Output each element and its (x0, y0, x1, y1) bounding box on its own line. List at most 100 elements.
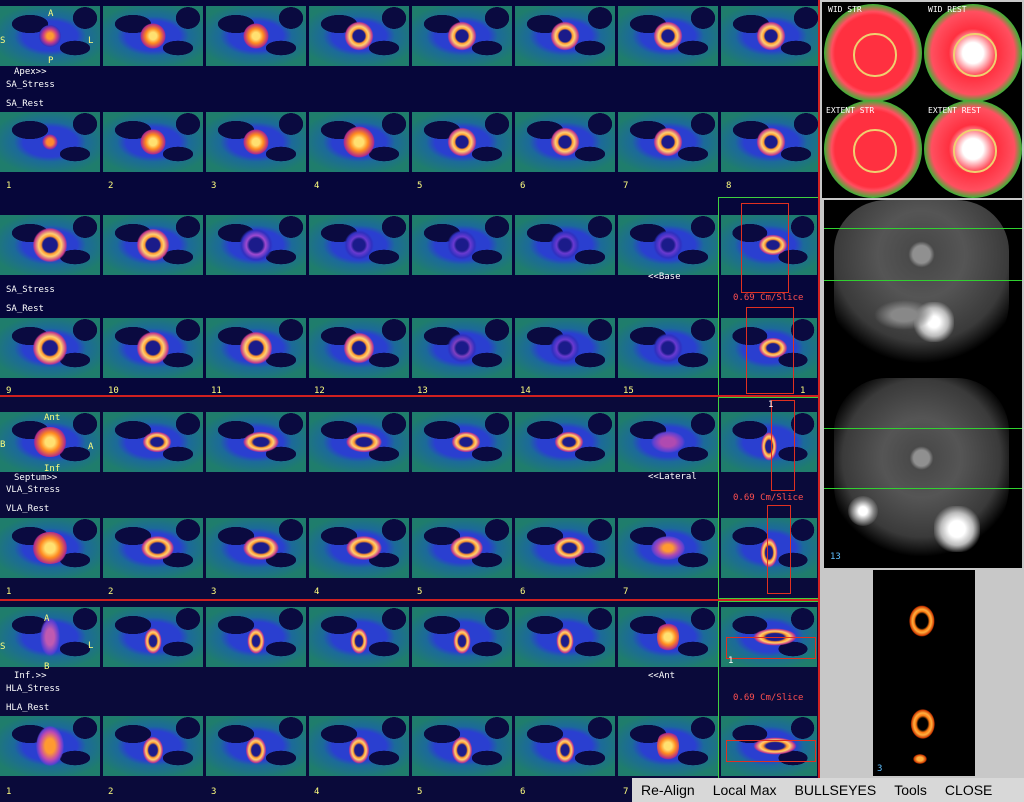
vla-slice-tile[interactable] (309, 412, 409, 472)
hla-slice-tile[interactable] (412, 607, 512, 667)
orient-a: A (48, 9, 54, 19)
hla-slice-tile[interactable] (618, 716, 718, 776)
sa-slice-tile[interactable] (618, 6, 718, 66)
slice-number: 8 (726, 181, 732, 191)
vla-stress-label: VLA_Stress (6, 485, 61, 495)
realign-button[interactable]: Re-Align (632, 782, 704, 798)
sa-slice-info: 0.69 Cm/Slice (733, 293, 804, 303)
sa-slice-tile[interactable] (412, 318, 512, 378)
slice-number: 3 (211, 181, 217, 191)
sa-slice-tile[interactable] (103, 112, 203, 172)
vla-slice-tile[interactable] (515, 518, 615, 578)
sa-slice-tile[interactable] (412, 112, 512, 172)
sa-roi-box[interactable] (746, 307, 794, 394)
hla-slice-tile[interactable] (618, 607, 718, 667)
cine-rest-image[interactable] (903, 704, 939, 744)
bullseye-wid-stress[interactable] (824, 4, 922, 102)
hla-slice-tile[interactable] (206, 607, 306, 667)
bullseyes-button[interactable]: BULLSEYES (786, 782, 886, 798)
hla-side-number: 1 (728, 656, 734, 666)
sa-slice-tile[interactable] (721, 112, 821, 172)
sa-slice-tile[interactable] (0, 215, 100, 275)
hla-slice-tile[interactable] (206, 716, 306, 776)
hla-slice-tile[interactable] (309, 607, 409, 667)
sa-slice-tile[interactable] (515, 6, 615, 66)
tools-button[interactable]: Tools (885, 782, 936, 798)
vla-slice-tile[interactable] (309, 518, 409, 578)
bullseye-wid-rest[interactable] (924, 4, 1022, 102)
orient-l: L (88, 641, 94, 651)
projection-limit-line[interactable] (824, 428, 1022, 429)
slice-number: 2 (108, 787, 114, 797)
hla-slice-tile[interactable] (0, 716, 100, 776)
local-max-button[interactable]: Local Max (704, 782, 786, 798)
projection-image-rest[interactable] (834, 378, 1009, 556)
sa-slice-tile[interactable] (515, 318, 615, 378)
vla-slice-tile[interactable] (103, 412, 203, 472)
sa-slice-tile[interactable] (309, 6, 409, 66)
sa-slice-tile[interactable] (412, 215, 512, 275)
vla-slice-tile[interactable] (206, 412, 306, 472)
hla-slice-tile[interactable] (103, 716, 203, 776)
hla-slice-tile[interactable] (309, 716, 409, 776)
vla-slice-tile[interactable] (618, 518, 718, 578)
projection-image-stress[interactable] (834, 200, 1009, 370)
sa-slice-tile[interactable] (618, 318, 718, 378)
vla-slice-tile[interactable] (618, 412, 718, 472)
vla-slice-tile[interactable] (206, 518, 306, 578)
vla-roi-box[interactable] (767, 505, 791, 594)
sa-slice-tile[interactable] (515, 112, 615, 172)
orient-b: B (0, 440, 6, 450)
sa-slice-tile[interactable] (206, 318, 306, 378)
vla-roi-box[interactable] (771, 400, 795, 491)
slice-number: 5 (417, 587, 423, 597)
sa-slice-tile[interactable] (721, 6, 821, 66)
hla-roi-box[interactable] (726, 637, 816, 659)
hla-slice-tile[interactable] (515, 607, 615, 667)
hla-slice-tile[interactable] (515, 716, 615, 776)
projection-limit-line[interactable] (824, 488, 1022, 489)
sa-roi-box[interactable] (741, 203, 789, 293)
sa-slice-tile[interactable] (0, 112, 100, 172)
projection-limit-line[interactable] (824, 228, 1022, 229)
sa-slice-tile[interactable] (103, 215, 203, 275)
bullseye-panel: WID STR WID REST EXTENT STR EXTENT REST (822, 2, 1022, 198)
sa-slice-tile[interactable] (206, 112, 306, 172)
hla-slice-tile[interactable] (0, 607, 100, 667)
hla-slice-tile[interactable] (103, 607, 203, 667)
sa-slice-tile[interactable] (412, 6, 512, 66)
vla-slice-tile[interactable] (412, 518, 512, 578)
vla-slice-tile[interactable] (103, 518, 203, 578)
slice-number: 7 (623, 587, 629, 597)
hla-slice-tile[interactable] (412, 716, 512, 776)
vla-side-number: 1 (768, 400, 774, 410)
sa-slice-tile[interactable] (103, 6, 203, 66)
section-divider (0, 599, 820, 601)
cine-panel: 3 (873, 570, 975, 776)
sa-slice-tile[interactable] (618, 112, 718, 172)
orient-s: S (0, 642, 6, 652)
projection-limit-line[interactable] (824, 280, 1022, 281)
vla-slice-tile[interactable] (412, 412, 512, 472)
vla-slice-tile[interactable] (515, 412, 615, 472)
orient-p: P (48, 56, 54, 66)
sa-slice-tile[interactable] (206, 6, 306, 66)
vla-reference-image[interactable] (721, 412, 817, 472)
bullseye-label: EXTENT REST (928, 106, 981, 115)
sa-slice-tile[interactable] (515, 215, 615, 275)
cine-stress-image[interactable] (901, 600, 939, 642)
sa-slice-tile[interactable] (103, 318, 203, 378)
orient-ant: Ant (44, 413, 61, 423)
hla-roi-box[interactable] (726, 740, 816, 762)
slice-number: 1 (6, 587, 12, 597)
projection-panel: 13 (824, 200, 1022, 568)
sa-slice-tile[interactable] (309, 318, 409, 378)
sa-slice-tile[interactable] (206, 215, 306, 275)
slice-number: 1 (6, 181, 12, 191)
sa-slice-tile[interactable] (618, 215, 718, 275)
close-button[interactable]: CLOSE (936, 782, 1001, 798)
sa-slice-tile[interactable] (309, 215, 409, 275)
vla-slice-tile[interactable] (0, 518, 100, 578)
sa-slice-tile[interactable] (309, 112, 409, 172)
sa-slice-tile[interactable] (0, 318, 100, 378)
